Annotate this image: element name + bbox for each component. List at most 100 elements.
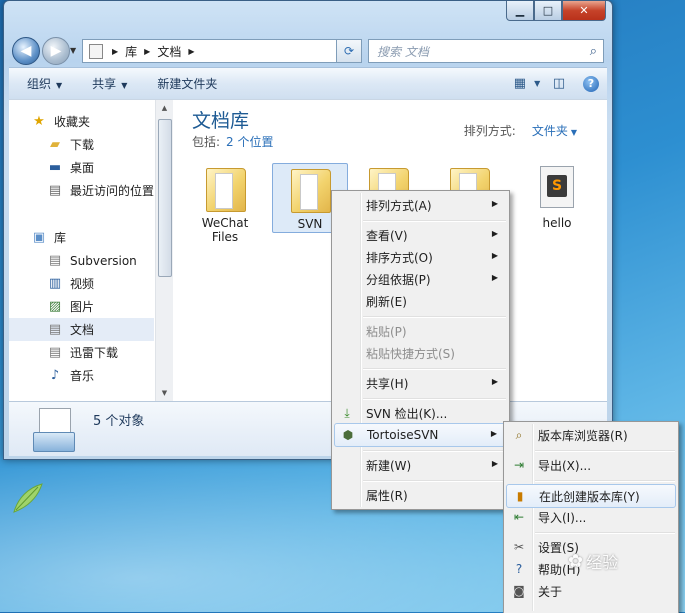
new-folder-button[interactable]: 新建文件夹 bbox=[139, 75, 229, 92]
menu-item-refresh[interactable]: 刷新(E) bbox=[334, 290, 507, 312]
menu-item-svn-checkout[interactable]: ⤓ SVN 检出(K)... bbox=[334, 402, 507, 424]
star-icon: ★ bbox=[33, 114, 45, 129]
forward-button[interactable]: ▶ bbox=[42, 37, 70, 65]
menu-item-create-repo-here[interactable]: ▮ 在此创建版本库(Y) bbox=[506, 484, 676, 508]
menu-item-label: 版本库浏览器(R) bbox=[538, 428, 628, 443]
share-label: 共享 bbox=[92, 77, 117, 91]
breadcrumb-separator-icon[interactable]: ▶ bbox=[188, 47, 194, 56]
menu-item-paste[interactable]: 粘贴(P) bbox=[334, 320, 507, 342]
sidebar-item-recent-places[interactable]: ▤ 最近访问的位置 bbox=[9, 179, 154, 202]
arrange-by: 排列方式: 文件夹 ▼ bbox=[464, 122, 577, 139]
sidebar-item-label: 视频 bbox=[70, 277, 95, 291]
scroll-up-icon[interactable]: ▲ bbox=[156, 100, 173, 116]
file-name: WeChat bbox=[201, 216, 249, 230]
organize-button[interactable]: 组织 ▼ bbox=[9, 75, 74, 92]
sidebar-item-downloads[interactable]: ▰ 下载 bbox=[9, 133, 154, 156]
sidebar-item-label: 迅雷下载 bbox=[70, 346, 119, 360]
sidebar-item-libraries[interactable]: ▣ 库 bbox=[9, 226, 154, 249]
menu-item-repo-browser[interactable]: ⌕ 版本库浏览器(R) bbox=[506, 424, 676, 446]
scroll-down-icon[interactable]: ▼ bbox=[156, 385, 173, 401]
menu-item-arrange-by[interactable]: 排列方式(A) ▶ bbox=[334, 194, 507, 216]
sidebar-item-pictures[interactable]: ▨ 图片 bbox=[9, 295, 154, 318]
recent-places-icon: ▤ bbox=[48, 183, 62, 198]
menu-item-label: 刷新(E) bbox=[366, 294, 407, 309]
address-bar[interactable]: ▶ 库 ▶ 文档 ▶ ▼ bbox=[82, 39, 352, 63]
paw-icon: ✿ bbox=[568, 550, 584, 572]
preview-pane-button[interactable]: ◫ bbox=[546, 74, 572, 94]
sidebar-item-desktop[interactable]: ▬ 桌面 bbox=[9, 156, 154, 179]
menu-item-sort-by[interactable]: 排序方式(O) ▶ bbox=[334, 246, 507, 268]
sidebar-item-label: 音乐 bbox=[70, 369, 95, 383]
sidebar-item-label: 桌面 bbox=[70, 161, 95, 175]
picture-library-icon: ▨ bbox=[48, 299, 62, 314]
document-library-icon: ▤ bbox=[48, 253, 62, 268]
help-icon: ? bbox=[583, 75, 599, 92]
file-name: Files bbox=[211, 230, 239, 244]
share-button[interactable]: 共享 ▼ bbox=[74, 75, 139, 92]
menu-item-label: 共享(H) bbox=[366, 376, 409, 391]
menu-item-group-by[interactable]: 分组依据(P) ▶ bbox=[334, 268, 507, 290]
repo-browser-icon: ⌕ bbox=[515, 427, 523, 442]
refresh-icon: ⟳ bbox=[343, 44, 355, 58]
change-view-button[interactable]: ▦ ▼ bbox=[514, 74, 540, 94]
back-button[interactable]: ◀ bbox=[12, 37, 40, 65]
refresh-button[interactable]: ⟳ bbox=[336, 39, 362, 63]
desktop-leaf-icon bbox=[13, 483, 43, 513]
search-icon[interactable]: ⌕ bbox=[590, 44, 597, 59]
scroll-thumb[interactable] bbox=[158, 119, 172, 277]
submenu-arrow-icon: ▶ bbox=[491, 199, 498, 208]
sidebar-item-music[interactable]: ♪ 音乐 bbox=[9, 364, 154, 387]
menu-item-import[interactable]: ⇤ 导入(I)... bbox=[506, 506, 676, 528]
menu-item-view[interactable]: 查看(V) ▶ bbox=[334, 224, 507, 246]
menu-item-properties[interactable]: 属性(R) bbox=[334, 484, 507, 506]
search-placeholder: 搜索 文档 bbox=[377, 44, 429, 59]
menu-item-export[interactable]: ⇥ 导出(X)... bbox=[506, 454, 676, 476]
folder-icon bbox=[202, 164, 248, 212]
context-menu: 排列方式(A) ▶ 查看(V) ▶ 排序方式(O) ▶ 分组依据(P) ▶ 刷新(E) … bbox=[331, 190, 510, 510]
file-item-wechat-files[interactable]: WeChat Files bbox=[188, 160, 262, 244]
menu-item-paste-shortcut[interactable]: 粘贴快捷方式(S) bbox=[334, 342, 507, 364]
breadcrumb-separator-icon[interactable]: ▶ bbox=[144, 47, 150, 56]
sidebar-item-documents[interactable]: ▤ 文档 bbox=[9, 318, 154, 341]
submenu-arrow-icon: ▶ bbox=[491, 273, 498, 282]
minimize-button[interactable]: ▁ bbox=[506, 1, 534, 21]
desktop-icon: ▬ bbox=[48, 160, 62, 175]
menu-item-tortoisesvn[interactable]: ⬢ TortoiseSVN ▶ bbox=[334, 423, 507, 447]
chevron-down-icon: ▼ bbox=[534, 79, 541, 88]
folder-icon bbox=[287, 165, 333, 213]
submenu-arrow-icon: ▶ bbox=[490, 429, 497, 438]
menu-item-new[interactable]: 新建(W) ▶ bbox=[334, 454, 507, 476]
sublime-text-file-icon: S bbox=[534, 164, 580, 212]
menu-item-label: 粘贴快捷方式(S) bbox=[366, 346, 455, 361]
close-button[interactable]: ✕ bbox=[562, 1, 606, 21]
menu-item-label: 在此创建版本库(Y) bbox=[539, 489, 640, 504]
tortoise-icon: ⬢ bbox=[342, 428, 354, 442]
breadcrumb-libraries[interactable]: 库 bbox=[125, 43, 137, 60]
export-icon: ⇥ bbox=[513, 458, 525, 472]
sidebar-item-favorites[interactable]: ★ 收藏夹 bbox=[9, 110, 154, 133]
page-title: 文档库 bbox=[192, 110, 250, 132]
arrange-by-dropdown[interactable]: 文件夹 bbox=[532, 124, 568, 138]
search-input[interactable]: 搜索 文档 ⌕ bbox=[368, 39, 604, 63]
explorer-body: ★ 收藏夹 ▰ 下载 ▬ 桌面 ▤ 最近访问的位置 ▣ 库 ▤ Subversion ▥ 视频… bbox=[9, 99, 607, 401]
settings-icon: ✂ bbox=[513, 540, 525, 554]
navigation-scrollbar[interactable]: ▲ ▼ bbox=[155, 100, 173, 401]
recent-pages-dropdown-icon[interactable]: ▼ bbox=[70, 46, 76, 55]
music-note-icon: ♪ bbox=[50, 368, 60, 383]
maximize-button[interactable]: □ bbox=[534, 1, 562, 21]
sidebar-item-videos[interactable]: ▥ 视频 bbox=[9, 272, 154, 295]
help-button[interactable]: ? bbox=[578, 74, 604, 94]
watermark: ✿ 经验 bbox=[568, 546, 676, 576]
menu-item-about[interactable]: ◙ 关于 bbox=[506, 580, 676, 602]
file-item-hello[interactable]: S hello bbox=[520, 160, 594, 230]
about-icon: ◙ bbox=[513, 584, 525, 598]
sidebar-item-subversion[interactable]: ▤ Subversion bbox=[9, 249, 154, 272]
sidebar-item-xunlei-downloads[interactable]: ▤ 迅雷下载 bbox=[9, 341, 154, 364]
breadcrumb-separator-icon[interactable]: ▶ bbox=[112, 47, 118, 56]
menu-item-label: 导入(I)... bbox=[538, 510, 587, 525]
includes-locations-link[interactable]: 2 个位置 bbox=[226, 135, 273, 149]
menu-item-share[interactable]: 共享(H) ▶ bbox=[334, 372, 507, 394]
breadcrumb-documents[interactable]: 文档 bbox=[157, 43, 181, 60]
chevron-down-icon[interactable]: ▼ bbox=[571, 128, 577, 137]
command-bar: 组织 ▼ 共享 ▼ 新建文件夹 ▦ ▼ ◫ ? bbox=[9, 67, 607, 99]
